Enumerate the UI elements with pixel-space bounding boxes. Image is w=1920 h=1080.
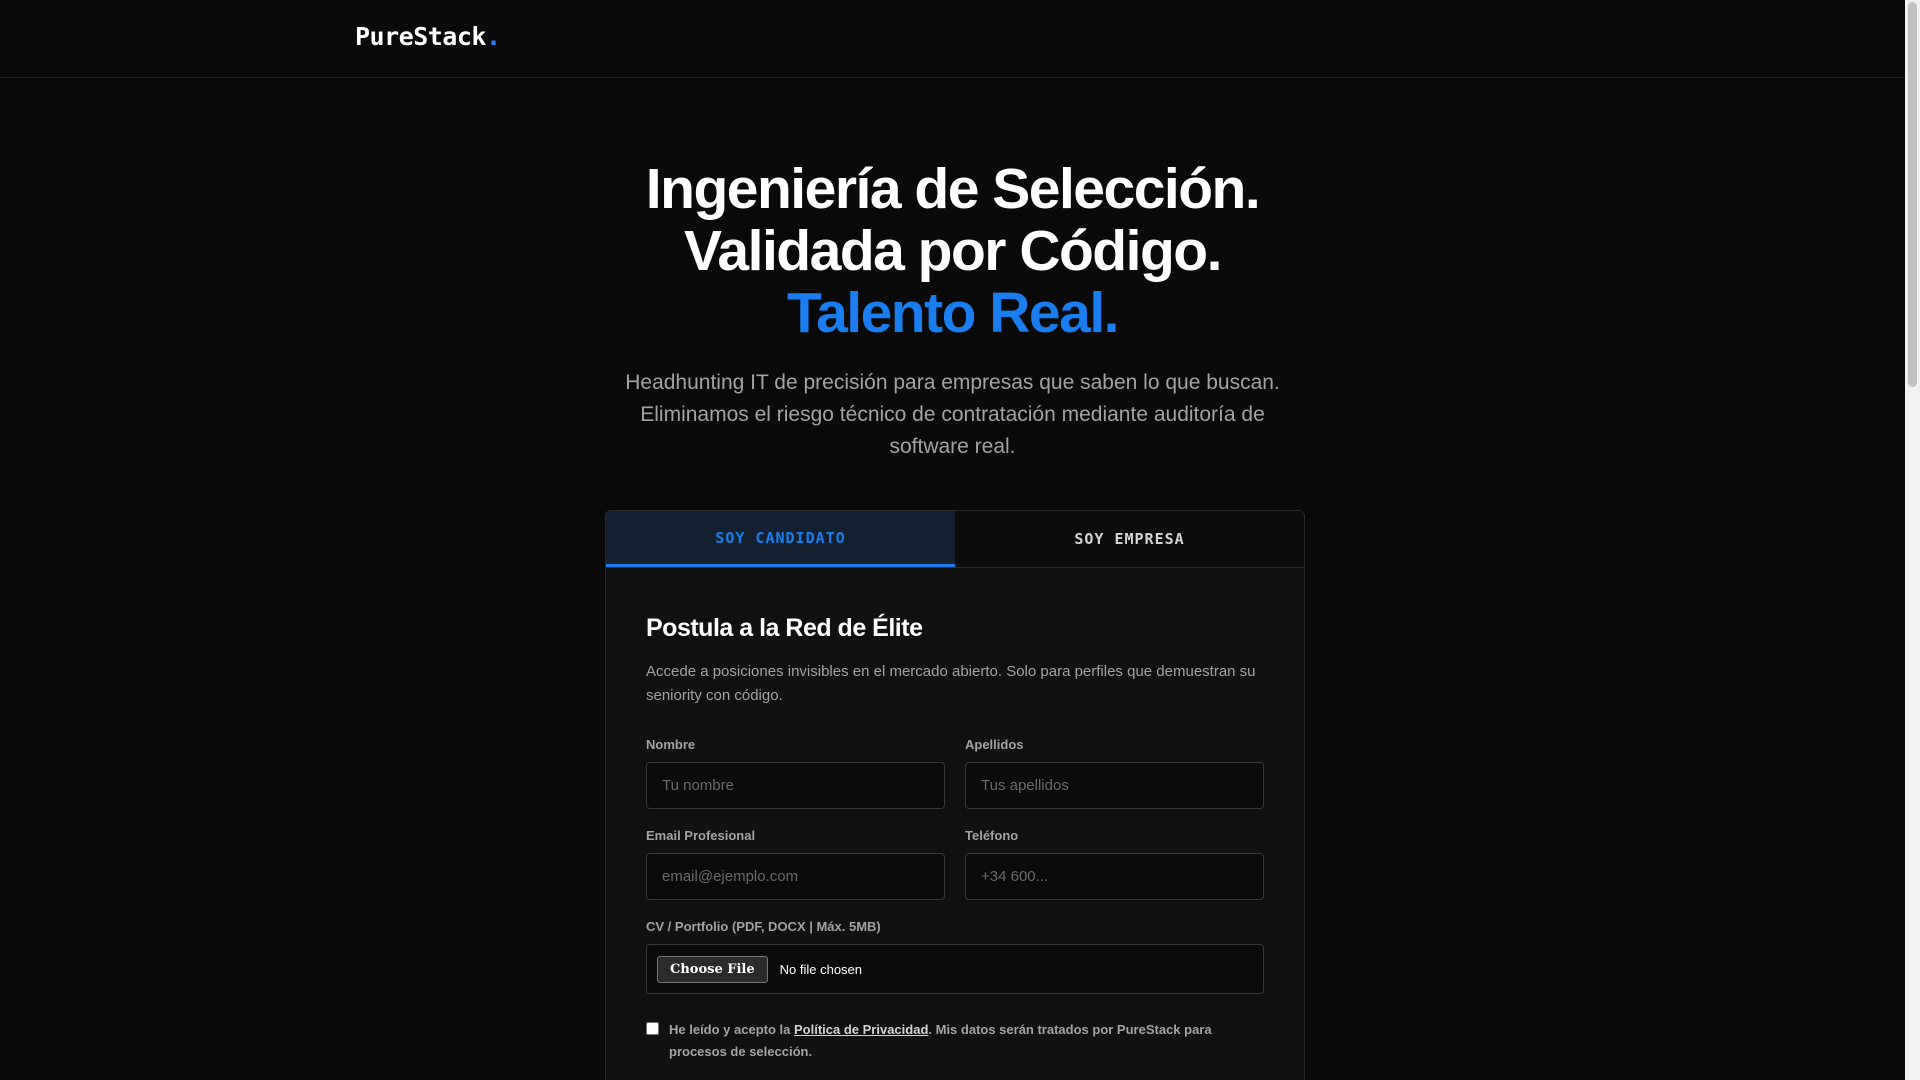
telefono-group: Teléfono [965, 828, 1264, 900]
consent-text: He leído y acepto la Política de Privaci… [669, 1019, 1259, 1063]
nombre-group: Nombre [646, 737, 945, 809]
privacy-policy-link[interactable]: Política de Privacidad [794, 1022, 928, 1037]
hero-title-line2: Validada por Código. [684, 219, 1222, 283]
form-description: Accede a posiciones invisibles en el mer… [646, 663, 1256, 704]
privacy-consent: He leído y acepto la Política de Privaci… [646, 1019, 1264, 1063]
choose-file-button[interactable]: Choose File [657, 955, 768, 983]
hero-title: Ingeniería de Selección. Validada por Có… [0, 158, 1905, 344]
email-group: Email Profesional [646, 828, 945, 900]
tab-candidato[interactable]: SOY CANDIDATO [606, 511, 955, 567]
tab-empresa[interactable]: SOY EMPRESA [955, 511, 1304, 567]
telefono-label: Teléfono [965, 828, 1019, 843]
page-scrollbar[interactable] [1905, 0, 1920, 1080]
logo-dot: . [485, 22, 501, 51]
candidate-form: Postula a la Red de Élite Accede a posic… [606, 568, 1304, 1063]
hero-section: Ingeniería de Selección. Validada por Có… [0, 158, 1905, 463]
consent-prefix: He leído y acepto la [669, 1022, 794, 1037]
logo-text: PureStack [355, 22, 486, 51]
hero-title-line1: Ingeniería de Selección. [645, 157, 1261, 221]
hero-subtitle: Headhunting IT de precisión para empresa… [625, 371, 1280, 458]
cv-file-input[interactable]: Choose File No file chosen [646, 944, 1264, 994]
role-tabs: SOY CANDIDATO SOY EMPRESA [606, 511, 1304, 568]
page: PureStack. Ingeniería de Selección. Vali… [0, 0, 1905, 1080]
form-title: Postula a la Red de Élite [646, 614, 923, 642]
privacy-checkbox[interactable] [646, 1022, 659, 1035]
telefono-input[interactable] [965, 853, 1264, 900]
apellidos-input[interactable] [965, 762, 1264, 809]
nombre-label: Nombre [646, 737, 696, 752]
email-input[interactable] [646, 853, 945, 900]
nombre-input[interactable] [646, 762, 945, 809]
email-label: Email Profesional [646, 828, 756, 843]
cv-upload-group: CV / Portfolio (PDF, DOCX | Máx. 5MB) Ch… [646, 919, 1264, 994]
file-status-text: No file chosen [779, 961, 863, 977]
scrollbar-thumb[interactable] [1908, 2, 1917, 387]
application-card: SOY CANDIDATO SOY EMPRESA Postula a la R… [605, 510, 1305, 1080]
cv-upload-label: CV / Portfolio (PDF, DOCX | Máx. 5MB) [646, 919, 881, 934]
top-navbar: PureStack. [0, 0, 1905, 78]
brand-logo[interactable]: PureStack. [355, 22, 501, 51]
hero-title-accent: Talento Real. [786, 281, 1120, 345]
apellidos-group: Apellidos [965, 737, 1264, 809]
contact-row: Email Profesional Teléfono [646, 828, 1264, 900]
apellidos-label: Apellidos [965, 737, 1024, 752]
name-row: Nombre Apellidos [646, 737, 1264, 809]
